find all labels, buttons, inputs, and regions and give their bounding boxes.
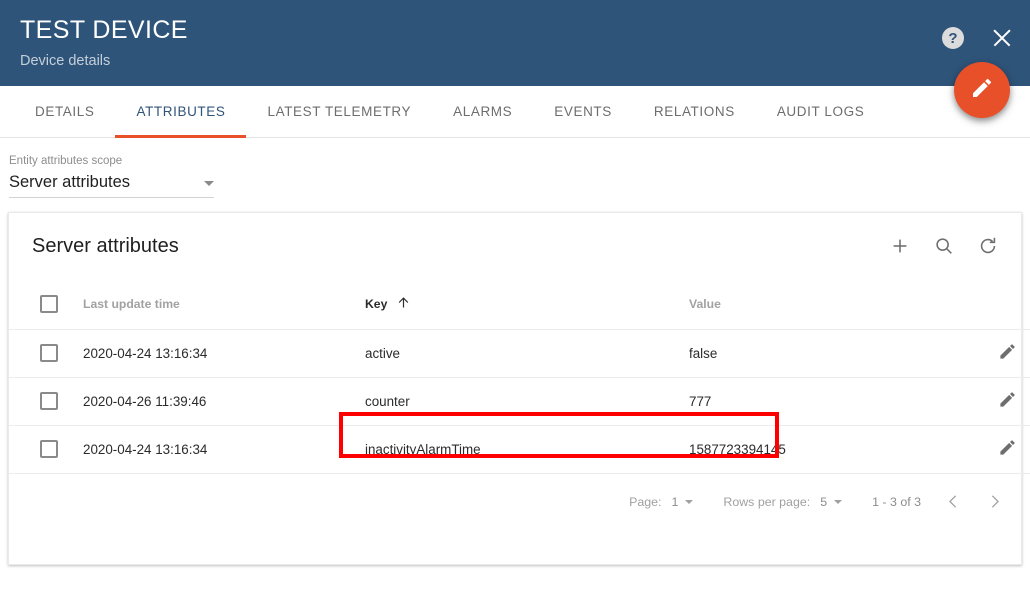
tab-label: LATEST TELEMETRY [267,104,412,119]
row-checkbox[interactable] [40,392,58,410]
tab-details[interactable]: DETAILS [14,86,115,138]
attributes-table: Last update time Key Value 2020-04-24 13… [9,279,1030,474]
page-select[interactable]: 1 [671,494,694,509]
chevron-left-icon[interactable] [945,493,962,510]
row-actions-cell [977,329,1030,378]
row-select-cell [9,329,69,378]
row-checkbox[interactable] [40,344,58,362]
page-header: TEST DEVICE Device details ? [0,0,1030,86]
pagination-nav [945,493,1003,510]
tab-label: ALARMS [453,104,513,119]
edit-pencil-icon[interactable] [998,390,1017,409]
row-select-cell [9,377,69,426]
chevron-down-icon [834,499,843,504]
tab-relations[interactable]: RELATIONS [633,86,756,138]
actions-header-cell [977,279,1030,330]
card-header: Server attributes [9,213,1021,279]
cell-key: inactivityAlarmTime [357,425,687,474]
column-label: Last update time [83,296,180,311]
cell-value: false [687,329,977,378]
chevron-right-icon[interactable] [986,493,1003,510]
tab-events[interactable]: EVENTS [533,86,633,138]
close-icon[interactable] [990,26,1014,50]
add-icon[interactable] [889,235,911,257]
cell-value: 1587723394145 [687,425,977,474]
edit-pencil-icon[interactable] [998,342,1017,361]
cell-last-update-time: 2020-04-24 13:16:34 [69,425,357,474]
column-header-last-update-time[interactable]: Last update time [69,279,357,330]
column-header-value[interactable]: Value [687,279,977,330]
table-row[interactable]: 2020-04-24 13:16:34 inactivityAlarmTime … [9,425,1030,474]
range-label: 1 - 3 of 3 [872,494,921,509]
scope-label: Entity attributes scope [9,155,123,167]
tab-alarms[interactable]: ALARMS [432,86,533,138]
card-toolbar [889,235,999,257]
page-subtitle: Device details [20,53,111,69]
table-head: Last update time Key Value [9,279,1030,330]
table-row[interactable]: 2020-04-24 13:16:34 active false [9,329,1030,378]
table-header-row: Last update time Key Value [9,279,1030,330]
select-all-cell [9,279,69,330]
cell-last-update-time: 2020-04-26 11:39:46 [69,377,357,426]
table-body: 2020-04-24 13:16:34 active false 2020-04… [9,329,1030,474]
edit-pencil-icon[interactable] [998,438,1017,457]
row-checkbox[interactable] [40,440,58,458]
chevron-down-icon [204,181,214,186]
header-actions: ? [942,26,1014,50]
column-label: Key [365,296,388,311]
column-label: Value [689,296,721,311]
cell-key: counter [357,377,687,426]
tab-label: DETAILS [35,104,95,119]
tab-label: RELATIONS [653,104,735,119]
tab-bar: DETAILS ATTRIBUTES LATEST TELEMETRY ALAR… [0,86,1030,138]
select-all-checkbox[interactable] [40,294,58,313]
chevron-down-icon [685,499,694,504]
edit-fab-button[interactable] [954,62,1010,118]
table-row[interactable]: 2020-04-26 11:39:46 counter 777 [9,377,1030,426]
search-icon[interactable] [933,235,955,257]
cell-value: 777 [687,377,977,426]
attributes-card: Server attributes Last update time Key V… [8,212,1030,565]
page-value: 1 [671,494,679,509]
cell-last-update-time: 2020-04-24 13:16:34 [69,329,357,378]
tab-latest-telemetry[interactable]: LATEST TELEMETRY [246,86,432,138]
scope-select[interactable]: Server attributes [9,173,214,198]
tab-attributes[interactable]: ATTRIBUTES [115,86,247,138]
card-title: Server attributes [32,234,179,257]
row-actions-cell [977,377,1030,426]
page-label: Page: [629,494,662,509]
tab-label: EVENTS [554,104,612,119]
pencil-icon [970,76,994,105]
help-icon[interactable]: ? [942,27,964,49]
tab-label: AUDIT LOGS [776,104,865,119]
row-select-cell [9,425,69,474]
rows-per-page-label: Rows per page: [723,494,811,509]
cell-key: active [357,329,687,378]
row-actions-cell [977,425,1030,474]
paginator: Page: 1 Rows per page: 5 1 - 3 of 3 [9,474,1021,530]
scope-section: Entity attributes scope Server attribute… [0,138,1030,212]
sort-arrow-up-icon [396,295,411,313]
rows-per-page-value: 5 [820,494,828,509]
rows-per-page-select[interactable]: 5 [820,494,843,509]
refresh-icon[interactable] [977,235,999,257]
column-header-key[interactable]: Key [357,279,687,330]
tab-label: ATTRIBUTES [136,104,226,119]
page-title: TEST DEVICE [20,16,188,44]
scope-selected-value: Server attributes [9,173,131,191]
tab-audit-logs[interactable]: AUDIT LOGS [756,86,886,138]
